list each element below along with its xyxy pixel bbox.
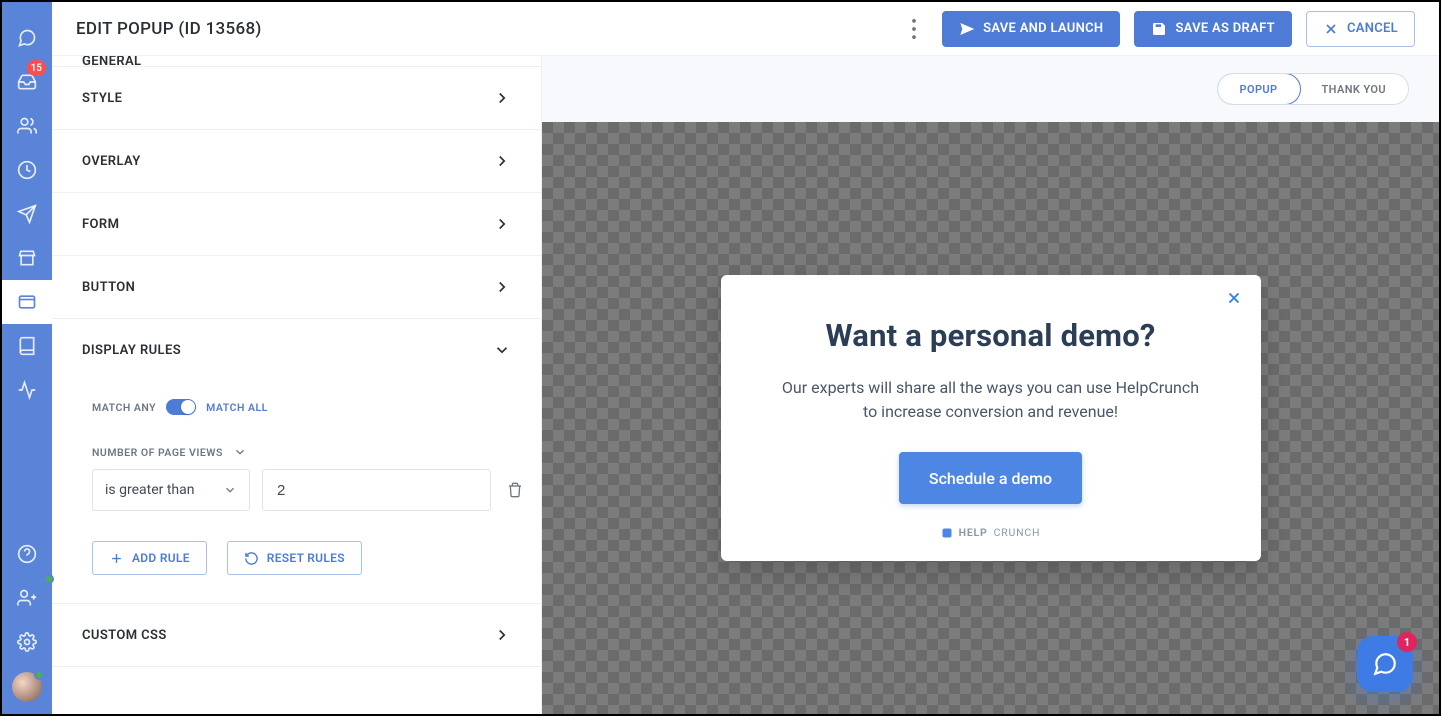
- tab-popup[interactable]: POPUP: [1217, 73, 1301, 105]
- section-form-label: FORM: [82, 217, 119, 232]
- main: EDIT POPUP (ID 13568) SAVE AND LAUNCH SA…: [52, 2, 1439, 714]
- chevron-right-icon: [493, 278, 511, 296]
- docs-icon[interactable]: [2, 324, 52, 368]
- settings-panel: GENERAL STYLE OVERLAY FORM: [52, 56, 542, 714]
- section-style: STYLE: [52, 67, 541, 130]
- brand-bold: HELP: [959, 526, 988, 539]
- chevron-right-icon: [493, 152, 511, 170]
- chevron-right-icon: [493, 215, 511, 233]
- store-icon[interactable]: [2, 236, 52, 280]
- reset-rules-button[interactable]: RESET RULES: [227, 541, 362, 575]
- section-form: FORM: [52, 193, 541, 256]
- send-icon[interactable]: [2, 192, 52, 236]
- rule-actions: ADD RULE RESET RULES: [92, 541, 511, 575]
- display-rules-body: MATCH ANY MATCH ALL NUMBER OF PAGE VIEWS…: [52, 381, 541, 603]
- inbox-badge: 15: [27, 60, 46, 76]
- section-button-header[interactable]: BUTTON: [52, 256, 541, 318]
- section-button-label: BUTTON: [82, 280, 135, 295]
- chevron-right-icon: [493, 626, 511, 644]
- section-general-label: GENERAL: [82, 56, 142, 66]
- popup-nav-icon[interactable]: [2, 280, 52, 324]
- reset-rules-label: RESET RULES: [267, 551, 345, 565]
- section-custom-css-label: CUSTOM CSS: [82, 628, 167, 643]
- cancel-button[interactable]: CANCEL: [1306, 11, 1415, 47]
- preview-canvas: Want a personal demo? Our experts will s…: [542, 122, 1439, 714]
- popup-title: Want a personal demo?: [775, 317, 1207, 354]
- avatar[interactable]: [12, 672, 42, 702]
- chevron-down-icon: [493, 341, 511, 359]
- popup-close-icon[interactable]: [1225, 289, 1243, 311]
- section-display-rules-header[interactable]: DISPLAY RULES: [52, 319, 541, 381]
- rule-row: is greater than: [92, 469, 511, 511]
- section-button: BUTTON: [52, 256, 541, 319]
- operator-value: is greater than: [105, 482, 194, 498]
- match-any-label: MATCH ANY: [92, 401, 156, 414]
- inbox-icon[interactable]: 15: [2, 60, 52, 104]
- add-rule-label: ADD RULE: [132, 551, 190, 565]
- help-icon[interactable]: [2, 532, 52, 576]
- sidebar-bottom: 1: [2, 532, 52, 714]
- rule-field-label-row[interactable]: NUMBER OF PAGE VIEWS: [92, 445, 511, 459]
- popup-brand: HELP CRUNCH: [775, 526, 1207, 539]
- page-title: EDIT POPUP (ID 13568): [76, 19, 262, 39]
- add-rule-button[interactable]: ADD RULE: [92, 541, 207, 575]
- save-as-draft-button[interactable]: SAVE AS DRAFT: [1134, 11, 1292, 47]
- delete-rule-icon[interactable]: [507, 480, 523, 500]
- chat-widget[interactable]: 1: [1357, 636, 1413, 692]
- brand-rest: CRUNCH: [994, 526, 1041, 539]
- popup-cta-button[interactable]: Schedule a demo: [899, 452, 1082, 504]
- user-add-icon[interactable]: 1: [2, 576, 52, 620]
- section-display-rules: DISPLAY RULES MATCH ANY MATCH ALL NUMBER…: [52, 319, 541, 604]
- operator-select[interactable]: is greater than: [92, 469, 250, 511]
- section-overlay-label: OVERLAY: [82, 154, 141, 169]
- section-overlay-header[interactable]: OVERLAY: [52, 130, 541, 192]
- chat-icon[interactable]: [2, 16, 52, 60]
- more-menu-icon[interactable]: [900, 15, 928, 43]
- section-style-label: STYLE: [82, 91, 122, 106]
- section-overlay: OVERLAY: [52, 130, 541, 193]
- match-all-label: MATCH ALL: [206, 401, 268, 414]
- tab-thankyou[interactable]: THANK YOU: [1300, 74, 1409, 104]
- chevron-right-icon: [493, 89, 511, 107]
- section-general: GENERAL: [52, 56, 541, 67]
- rule-field-label: NUMBER OF PAGE VIEWS: [92, 446, 223, 459]
- save-and-launch-label: SAVE AND LAUNCH: [983, 21, 1103, 36]
- status-dot: [34, 670, 44, 680]
- people-icon[interactable]: [2, 104, 52, 148]
- match-toggle[interactable]: [166, 399, 196, 415]
- chat-badge: 1: [1397, 632, 1417, 652]
- chevron-down-icon: [233, 445, 247, 459]
- section-form-header[interactable]: FORM: [52, 193, 541, 255]
- save-as-draft-label: SAVE AS DRAFT: [1175, 21, 1275, 36]
- match-toggle-row: MATCH ANY MATCH ALL: [92, 399, 511, 415]
- content: GENERAL STYLE OVERLAY FORM: [52, 56, 1439, 714]
- header: EDIT POPUP (ID 13568) SAVE AND LAUNCH SA…: [52, 2, 1439, 56]
- clock-icon[interactable]: [2, 148, 52, 192]
- preview-area: POPUP THANK YOU Want a personal demo? Ou…: [542, 56, 1439, 714]
- section-custom-css: CUSTOM CSS: [52, 604, 541, 667]
- section-style-header[interactable]: STYLE: [52, 67, 541, 129]
- section-general-header[interactable]: GENERAL: [52, 56, 541, 66]
- section-custom-css-header[interactable]: CUSTOM CSS: [52, 604, 541, 666]
- preview-toolbar: POPUP THANK YOU: [542, 56, 1439, 122]
- section-display-rules-label: DISPLAY RULES: [82, 343, 181, 358]
- save-and-launch-button[interactable]: SAVE AND LAUNCH: [942, 11, 1120, 47]
- left-sidebar: 15 1: [2, 2, 52, 714]
- user-add-badge: 1: [44, 574, 54, 584]
- popup-text: Our experts will share all the ways you …: [775, 376, 1207, 424]
- popup-preview: Want a personal demo? Our experts will s…: [721, 275, 1261, 561]
- chevron-down-icon: [223, 483, 237, 497]
- activity-icon[interactable]: [2, 368, 52, 412]
- rule-value-input[interactable]: [262, 469, 491, 511]
- cancel-label: CANCEL: [1347, 21, 1398, 36]
- settings-icon[interactable]: [2, 620, 52, 664]
- preview-segment: POPUP THANK YOU: [1217, 73, 1409, 105]
